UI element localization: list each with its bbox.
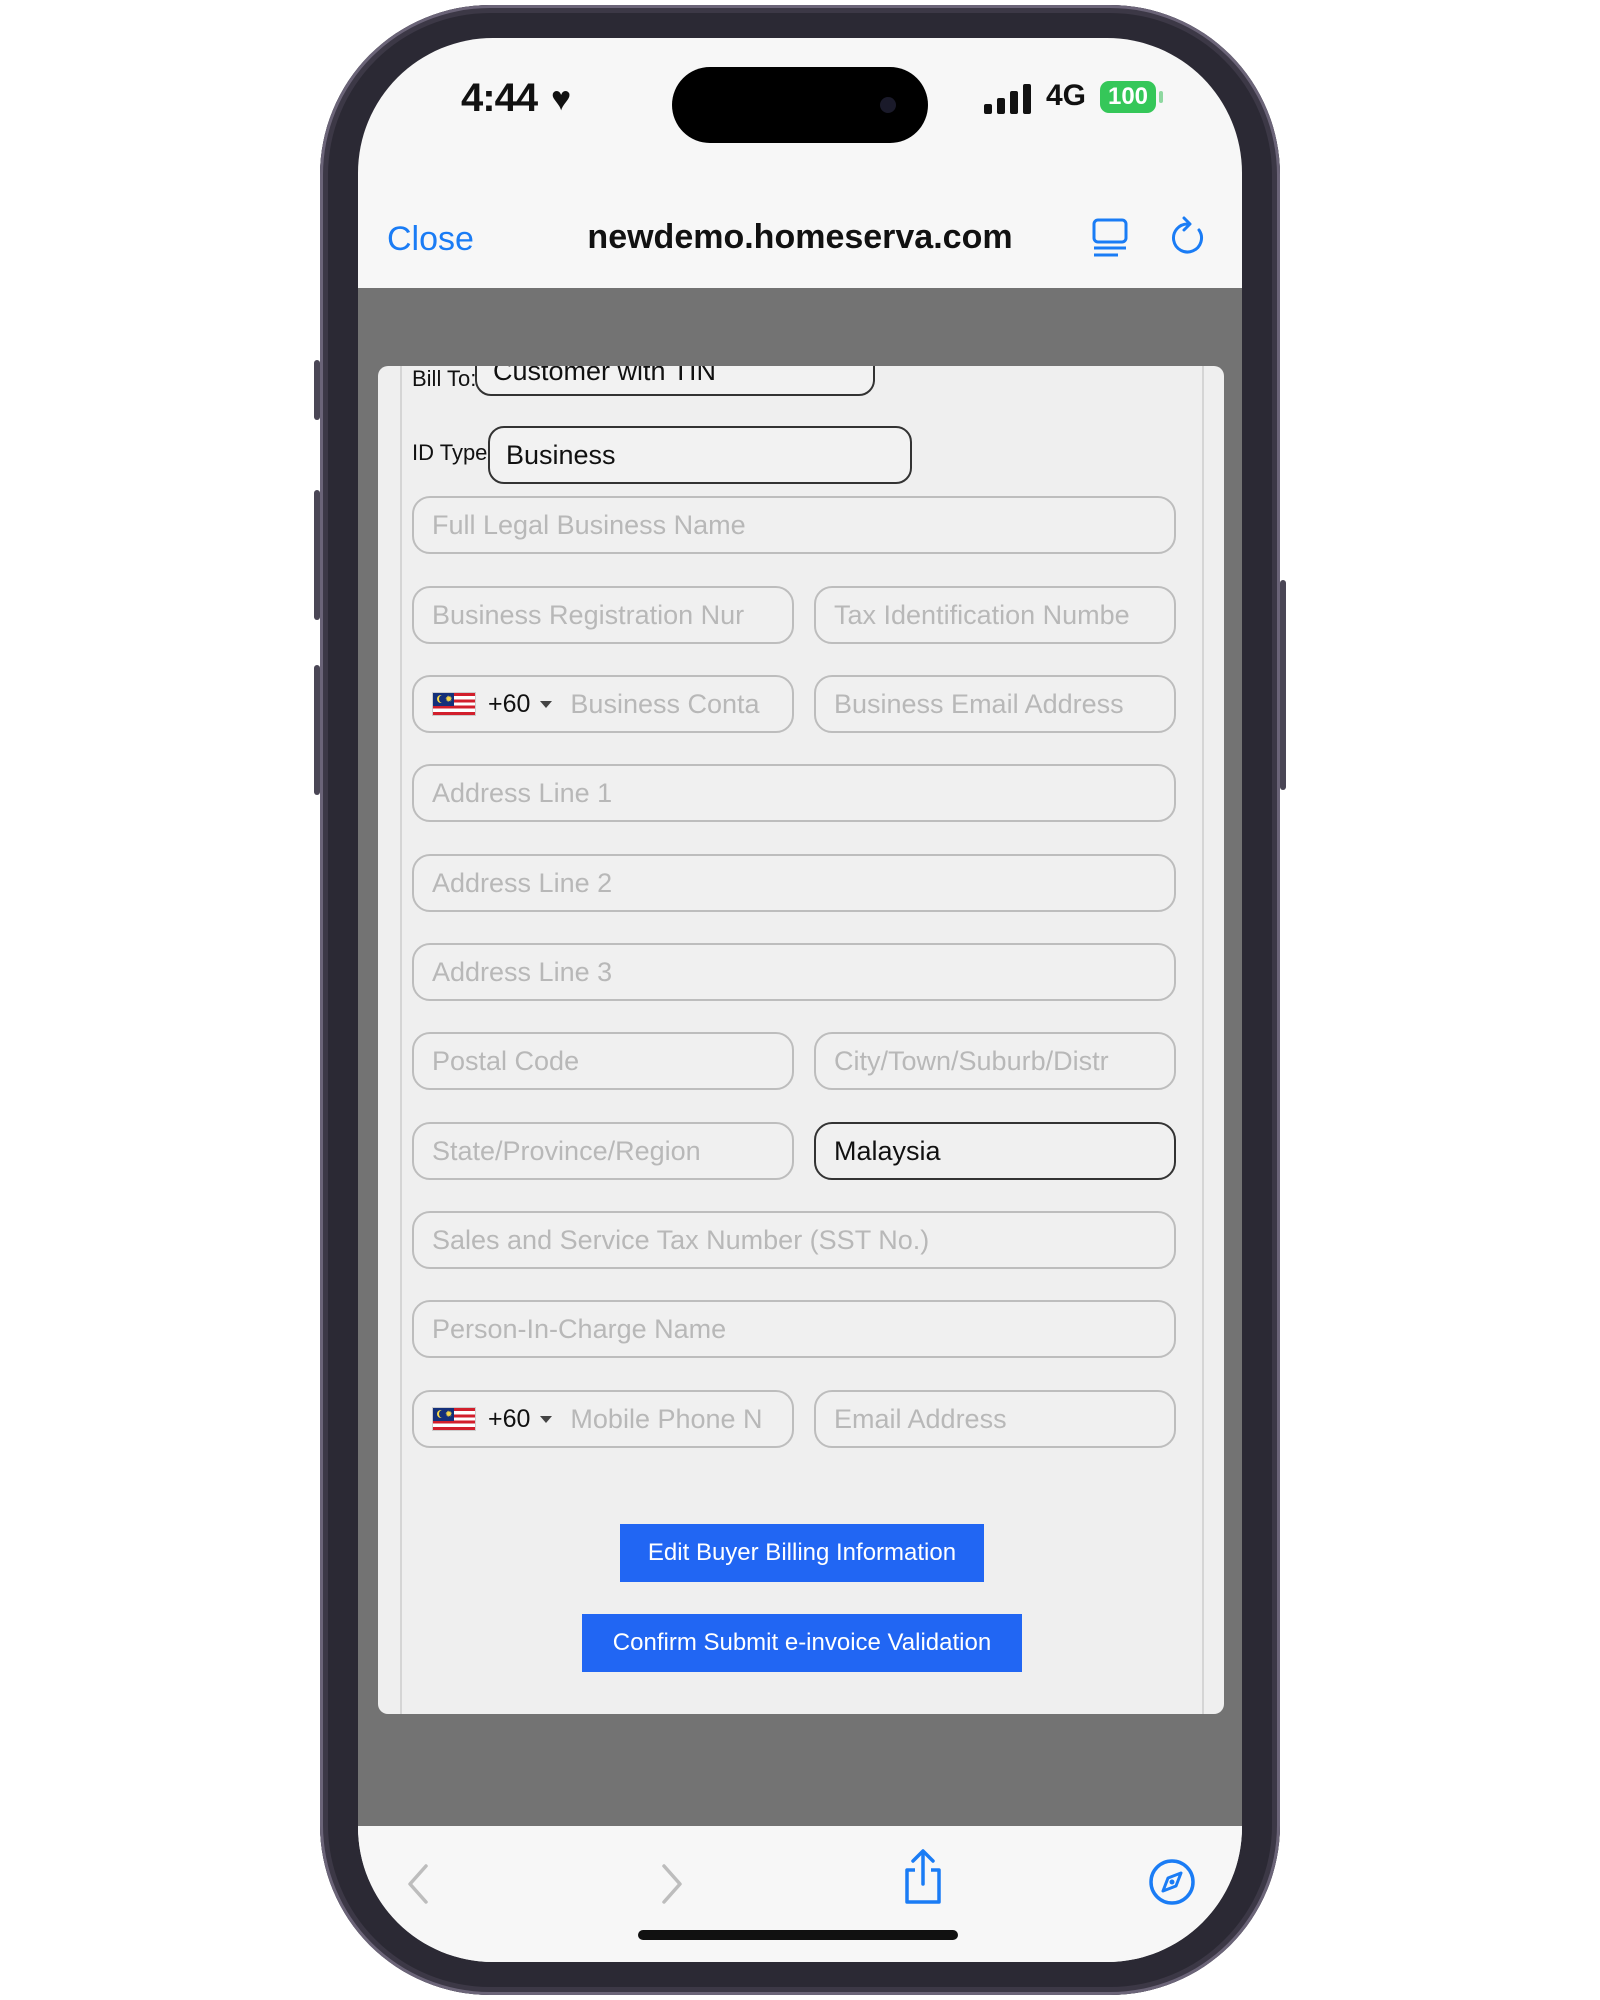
browser-bottom-bar: [358, 1826, 1242, 1962]
postal-code-placeholder: Postal Code: [432, 1045, 580, 1076]
phone-screen: 4:44 ♥ 4G 100 Close newdemo.homeserva.co…: [358, 38, 1242, 1962]
phone-country-code[interactable]: +60: [488, 690, 530, 719]
reader-icon[interactable]: [1088, 216, 1132, 260]
sst-number-placeholder: Sales and Service Tax Number (SST No.): [432, 1224, 930, 1255]
business-email-input[interactable]: Business Email Address: [814, 675, 1176, 733]
state-placeholder: State/Province/Region: [432, 1135, 701, 1166]
volume-up-button: [314, 490, 320, 620]
status-time: 4:44: [461, 76, 538, 120]
malaysia-flag-icon[interactable]: ✹: [432, 692, 476, 716]
signal-icon: [984, 84, 1036, 114]
city-input[interactable]: City/Town/Suburb/Distr: [814, 1032, 1176, 1090]
country-value: Malaysia: [834, 1135, 941, 1166]
business-contact-placeholder: Business Conta: [570, 688, 760, 719]
address-line-1-placeholder: Address Line 1: [432, 777, 613, 808]
registration-number-input[interactable]: Business Registration Nur: [412, 586, 794, 644]
email-input[interactable]: Email Address: [814, 1390, 1176, 1448]
power-button: [1280, 580, 1286, 790]
address-line-2-placeholder: Address Line 2: [432, 867, 613, 898]
confirm-submit-button[interactable]: Confirm Submit e-invoice Validation: [582, 1614, 1022, 1672]
dynamic-island: [672, 67, 928, 143]
address-line-3-input[interactable]: Address Line 3: [412, 943, 1176, 1001]
network-type: 4G: [1046, 79, 1087, 112]
city-placeholder: City/Town/Suburb/Distr: [834, 1045, 1109, 1076]
tin-placeholder: Tax Identification Numbe: [834, 599, 1130, 630]
id-type-select[interactable]: Business: [488, 426, 912, 484]
modal-divider: [400, 366, 402, 1714]
country-select[interactable]: Malaysia: [814, 1122, 1176, 1180]
billing-modal: Bill To: Customer with TIN ID Type: Busi…: [378, 366, 1224, 1714]
web-content: Bill To: Customer with TIN ID Type: Busi…: [358, 288, 1242, 1826]
volume-down-button: [314, 665, 320, 795]
mobile-phone-input[interactable]: ✹ +60 Mobile Phone N: [412, 1390, 794, 1448]
address-line-1-input[interactable]: Address Line 1: [412, 764, 1176, 822]
bill-to-value: Customer with TIN: [493, 366, 717, 386]
address-line-3-placeholder: Address Line 3: [432, 956, 613, 987]
modal-divider-right: [1202, 366, 1204, 1714]
back-chevron-icon[interactable]: [398, 1858, 438, 1910]
email-placeholder: Email Address: [834, 1403, 1007, 1434]
id-type-label: ID Type:: [412, 440, 494, 465]
registration-number-placeholder: Business Registration Nur: [432, 599, 745, 630]
pic-name-placeholder: Person-In-Charge Name: [432, 1313, 727, 1344]
compass-icon[interactable]: [1146, 1856, 1198, 1908]
mobile-country-code[interactable]: +60: [488, 1405, 530, 1434]
edit-buyer-billing-button[interactable]: Edit Buyer Billing Information: [620, 1524, 984, 1582]
business-contact-input[interactable]: ✹ +60 Business Conta: [412, 675, 794, 733]
mute-switch: [314, 360, 320, 420]
status-bar: 4:44 ♥ 4G 100: [358, 38, 1242, 188]
caret-down-icon[interactable]: [540, 700, 553, 708]
tin-input[interactable]: Tax Identification Numbe: [814, 586, 1176, 644]
malaysia-flag-icon[interactable]: ✹: [432, 1407, 476, 1431]
bill-to-select[interactable]: Customer with TIN: [475, 366, 875, 396]
reload-icon[interactable]: [1166, 214, 1210, 258]
business-email-placeholder: Business Email Address: [834, 688, 1124, 719]
battery-tip: [1159, 91, 1163, 103]
bill-to-label: Bill To:: [412, 366, 477, 391]
caret-down-icon[interactable]: [540, 1415, 553, 1423]
home-indicator[interactable]: [638, 1930, 958, 1940]
heart-icon: ♥: [551, 80, 572, 118]
sst-number-input[interactable]: Sales and Service Tax Number (SST No.): [412, 1211, 1176, 1269]
browser-toolbar: Close newdemo.homeserva.com: [358, 188, 1242, 288]
legal-name-placeholder: Full Legal Business Name: [432, 509, 746, 540]
camera-icon: [880, 97, 896, 113]
share-icon[interactable]: [898, 1848, 948, 1908]
pic-name-input[interactable]: Person-In-Charge Name: [412, 1300, 1176, 1358]
legal-name-input[interactable]: Full Legal Business Name: [412, 496, 1176, 554]
mobile-phone-placeholder: Mobile Phone N: [570, 1403, 763, 1434]
state-input[interactable]: State/Province/Region: [412, 1122, 794, 1180]
postal-code-input[interactable]: Postal Code: [412, 1032, 794, 1090]
address-line-2-input[interactable]: Address Line 2: [412, 854, 1176, 912]
id-type-value: Business: [506, 439, 616, 470]
battery-icon: 100: [1100, 81, 1156, 113]
forward-chevron-icon[interactable]: [652, 1858, 692, 1910]
